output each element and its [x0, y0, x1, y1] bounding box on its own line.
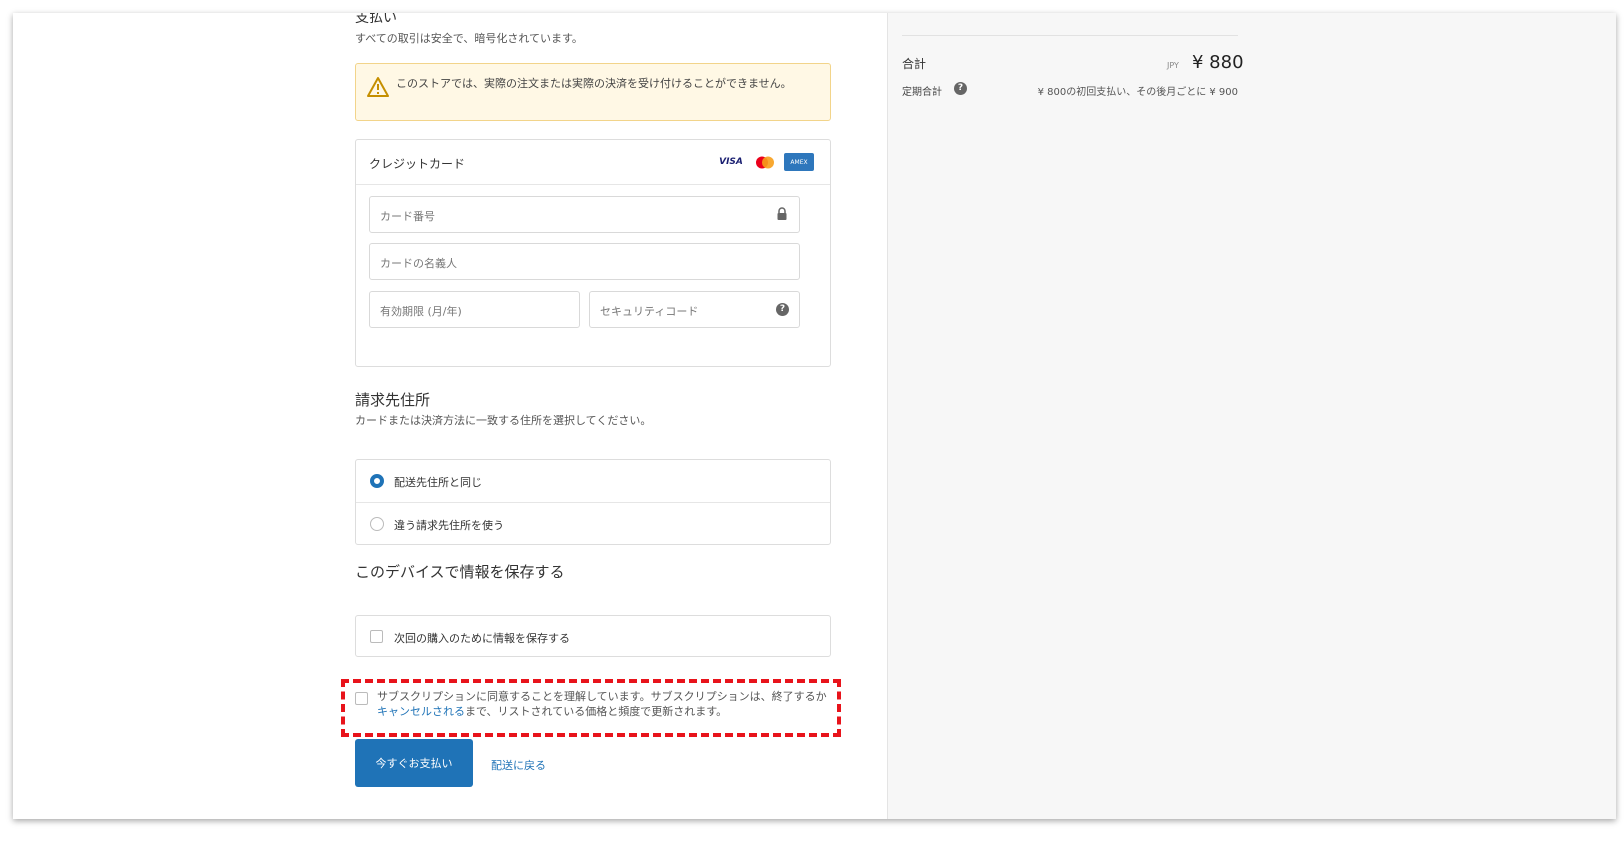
recurring-total-label: 定期合計: [902, 87, 942, 98]
checkout-page: 支払い すべての取引は安全で、暗号化されています。 このストアでは、実際の注文ま…: [13, 13, 1616, 819]
summary-divider: [902, 35, 1238, 36]
total-amount: ¥ 880: [1192, 52, 1244, 73]
save-info-title: このデバイスで情報を保存する: [355, 563, 565, 581]
save-info-checkbox[interactable]: [370, 630, 383, 643]
total-label: 合計: [902, 57, 927, 71]
save-info-label: 次回の購入のために情報を保存する: [394, 632, 570, 645]
recurring-description: ¥ 800の初回支払い、その後月ごとに ¥ 900: [1037, 87, 1238, 98]
back-to-shipping-link[interactable]: 配送に戻る: [491, 757, 546, 773]
billing-options: 配送先住所と同じ 違う請求先住所を使う: [355, 459, 831, 545]
subscription-terms: サブスクリプションに同意することを理解しています。サブスクリプションは、終了する…: [377, 689, 827, 719]
credit-card-panel: クレジットカード VISA AMEX カード番号 カードの名義人 有効期限 (月…: [355, 139, 831, 367]
billing-title: 請求先住所: [355, 391, 431, 409]
cardholder-name-placeholder: カードの名義人: [380, 257, 457, 270]
amex-logo-icon: AMEX: [784, 153, 814, 171]
radio-selected[interactable]: [370, 474, 384, 488]
billing-option-label: 配送先住所と同じ: [394, 476, 482, 489]
lock-icon: [777, 207, 787, 220]
card-number-field[interactable]: カード番号: [369, 196, 800, 233]
cancel-link[interactable]: キャンセルされる: [377, 705, 465, 718]
billing-option-different[interactable]: 違う請求先住所を使う: [356, 502, 830, 545]
payment-subtitle: すべての取引は安全で、暗号化されています。: [355, 32, 583, 45]
warning-text: このストアでは、実際の注文または実際の決済を受け付けることができません。: [396, 77, 792, 90]
terms-text-after: まで、リストされている価格と頻度で更新されます。: [465, 705, 728, 718]
pay-now-button[interactable]: 今すぐお支払い: [355, 739, 473, 787]
billing-option-label: 違う請求先住所を使う: [394, 519, 504, 532]
expiry-placeholder: 有効期限 (月/年): [380, 305, 462, 318]
terms-checkbox[interactable]: [355, 692, 368, 705]
radio-unselected[interactable]: [370, 517, 384, 531]
checkout-main: 支払い すべての取引は安全で、暗号化されています。 このストアでは、実際の注文ま…: [13, 13, 887, 819]
question-circle-icon[interactable]: ?: [954, 82, 967, 95]
mastercard-logo-icon: [752, 153, 778, 171]
security-code-field[interactable]: セキュリティコード ?: [589, 291, 800, 328]
save-info-panel[interactable]: 次回の購入のために情報を保存する: [355, 615, 831, 657]
question-circle-icon[interactable]: ?: [776, 303, 789, 316]
card-number-placeholder: カード番号: [380, 210, 435, 223]
terms-text-before: サブスクリプションに同意することを理解しています。サブスクリプションは、終了する…: [377, 690, 827, 703]
credit-card-label: クレジットカード: [369, 157, 466, 171]
billing-option-same[interactable]: 配送先住所と同じ: [356, 460, 830, 502]
warning-triangle-icon: [367, 77, 389, 97]
security-code-placeholder: セキュリティコード: [600, 305, 699, 318]
billing-subtitle: カードまたは決済方法に一致する住所を選択してください。: [355, 414, 652, 427]
test-store-warning: このストアでは、実際の注文または実際の決済を受け付けることができません。: [355, 63, 831, 121]
credit-card-header[interactable]: クレジットカード VISA AMEX: [356, 140, 830, 185]
visa-logo-icon: VISA: [719, 157, 743, 167]
currency-code: JPY: [1167, 61, 1179, 70]
cardholder-name-field[interactable]: カードの名義人: [369, 243, 800, 280]
expiry-field[interactable]: 有効期限 (月/年): [369, 291, 580, 328]
order-summary: 合計 JPY ¥ 880 定期合計 ? ¥ 800の初回支払い、その後月ごとに …: [887, 13, 1616, 819]
payment-title: 支払い: [355, 13, 397, 26]
